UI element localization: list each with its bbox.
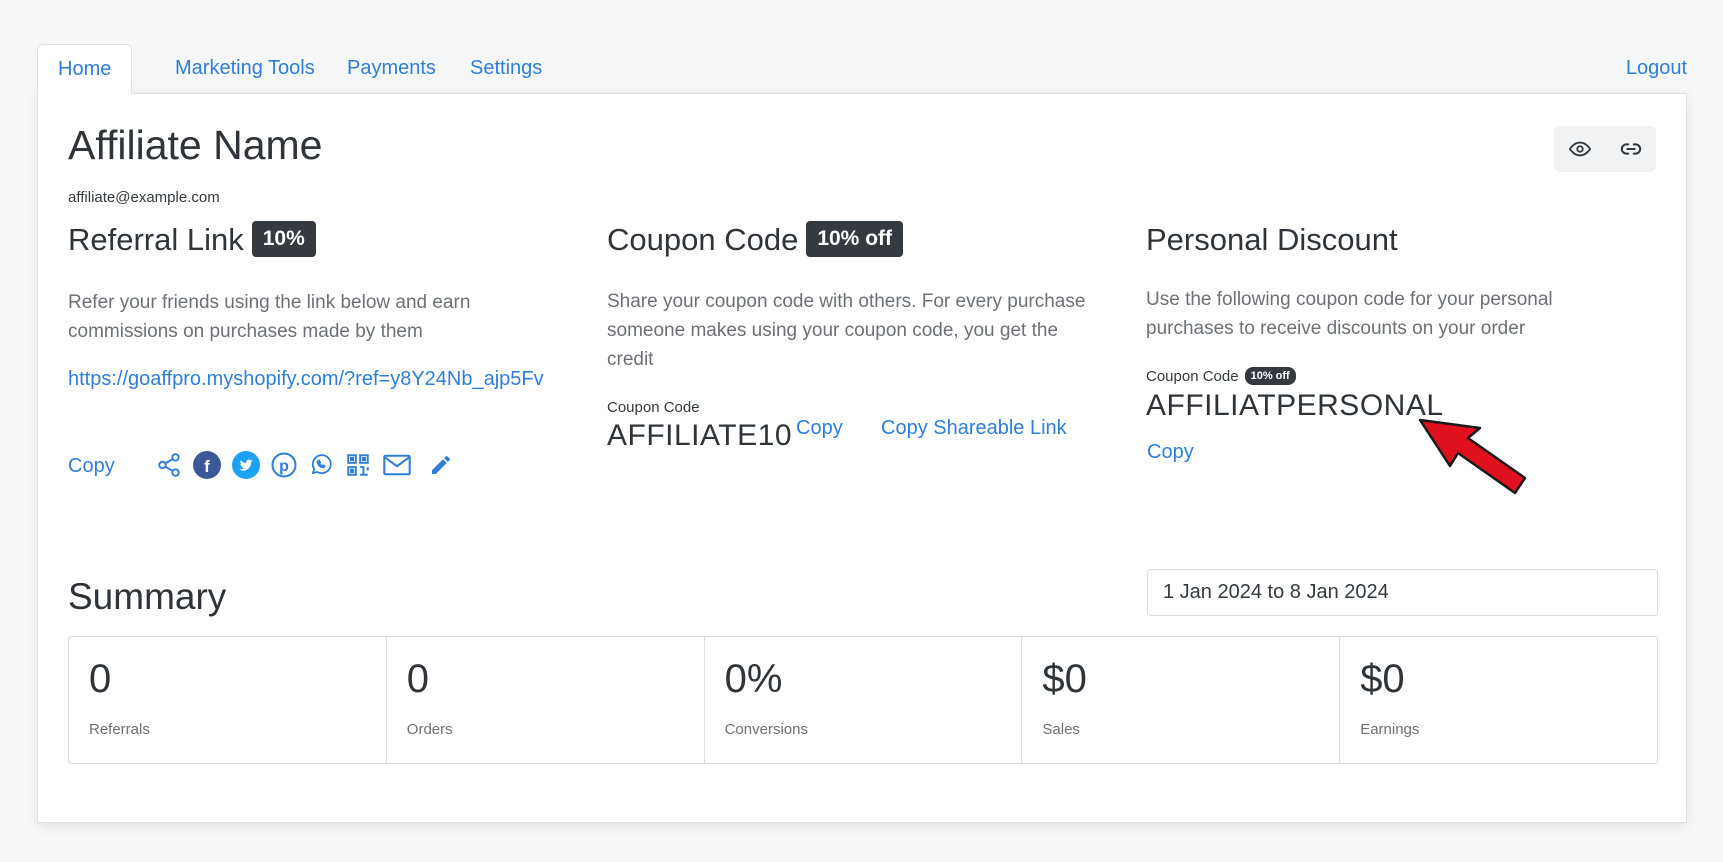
share-icons: f p (156, 451, 464, 479)
stat-earnings: $0 Earnings (1340, 637, 1657, 763)
referral-url[interactable]: https://goaffpro.myshopify.com/?ref=y8Y2… (68, 365, 580, 393)
date-range-input[interactable]: 1 Jan 2024 to 8 Jan 2024 (1147, 569, 1658, 616)
stat-label: Referrals (89, 721, 150, 738)
nav-tabs: Home Marketing Tools Payments Settings L… (37, 44, 1687, 95)
coupon-code: AFFILIATE10 (607, 419, 793, 452)
tab-payments[interactable]: Payments (327, 44, 456, 95)
referral-description: Refer your friends using the link below … (68, 292, 471, 342)
facebook-icon[interactable]: f (193, 451, 221, 479)
referral-title: Referral Link (68, 222, 244, 257)
stat-conversions: 0% Conversions (705, 637, 1023, 763)
affiliate-email: affiliate@example.com (68, 189, 220, 206)
coupon-code-label: Coupon Code (607, 399, 700, 416)
twitter-icon[interactable] (232, 451, 260, 479)
stat-label: Conversions (724, 721, 808, 738)
summary-stats: 0 Referrals 0 Orders 0% Conversions $0 S… (68, 636, 1658, 764)
personal-coupon-code: AFFILIATPERSONAL (1146, 389, 1444, 422)
link-icon[interactable] (1605, 126, 1656, 172)
personal-discount-description: Use the following coupon code for your p… (1146, 289, 1553, 339)
stat-value: 0 (89, 657, 112, 701)
personal-code-label: Coupon Code (1146, 368, 1239, 385)
coupon-badge: 10% off (806, 220, 904, 257)
qr-code-icon[interactable] (345, 452, 371, 478)
annotation-arrow-icon (1418, 418, 1527, 495)
stat-value: 0% (724, 657, 783, 701)
coupon-copy-button[interactable]: Copy (796, 414, 843, 442)
coupon-section-title: Coupon Code 10% off (607, 220, 904, 260)
stat-value: $0 (1042, 657, 1087, 701)
svg-text:p: p (279, 458, 289, 475)
stat-label: Sales (1042, 721, 1080, 738)
stat-label: Orders (406, 721, 453, 738)
whatsapp-icon[interactable] (308, 452, 334, 478)
stat-label: Earnings (1360, 721, 1420, 738)
svg-text:f: f (204, 457, 210, 476)
tab-settings[interactable]: Settings (450, 44, 562, 95)
tab-home[interactable]: Home (37, 44, 133, 95)
coupon-title: Coupon Code (607, 222, 799, 257)
eye-icon[interactable] (1554, 126, 1605, 172)
stat-sales: $0 Sales (1022, 637, 1341, 763)
affiliate-name: Affiliate Name (68, 122, 323, 168)
referral-copy-button[interactable]: Copy (68, 452, 115, 480)
stat-value: $0 (1360, 657, 1405, 701)
stat-referrals: 0 Referrals (69, 637, 387, 763)
logout-link[interactable]: Logout (1626, 44, 1687, 92)
summary-title: Summary (68, 576, 227, 617)
share-icon[interactable] (156, 452, 182, 478)
stat-value: 0 (406, 657, 430, 701)
tab-marketing-tools[interactable]: Marketing Tools (155, 44, 335, 95)
personal-discount-title: Personal Discount (1146, 222, 1398, 257)
stat-orders: 0 Orders (387, 637, 705, 763)
pinterest-icon[interactable]: p (271, 452, 297, 478)
referral-badge: 10% (251, 220, 316, 257)
copy-shareable-link-button[interactable]: Copy Shareable Link (881, 414, 1067, 442)
personal-code-label-row: Coupon Code 10% off (1146, 367, 1296, 386)
referral-section-title: Referral Link 10% (68, 220, 316, 260)
personal-copy-button[interactable]: Copy (1147, 438, 1194, 466)
coupon-description: Share your coupon code with others. For … (607, 291, 1086, 370)
edit-icon[interactable] (429, 453, 453, 477)
personal-badge: 10% off (1244, 367, 1296, 386)
email-icon[interactable] (382, 452, 412, 478)
header-actions (1554, 126, 1656, 172)
